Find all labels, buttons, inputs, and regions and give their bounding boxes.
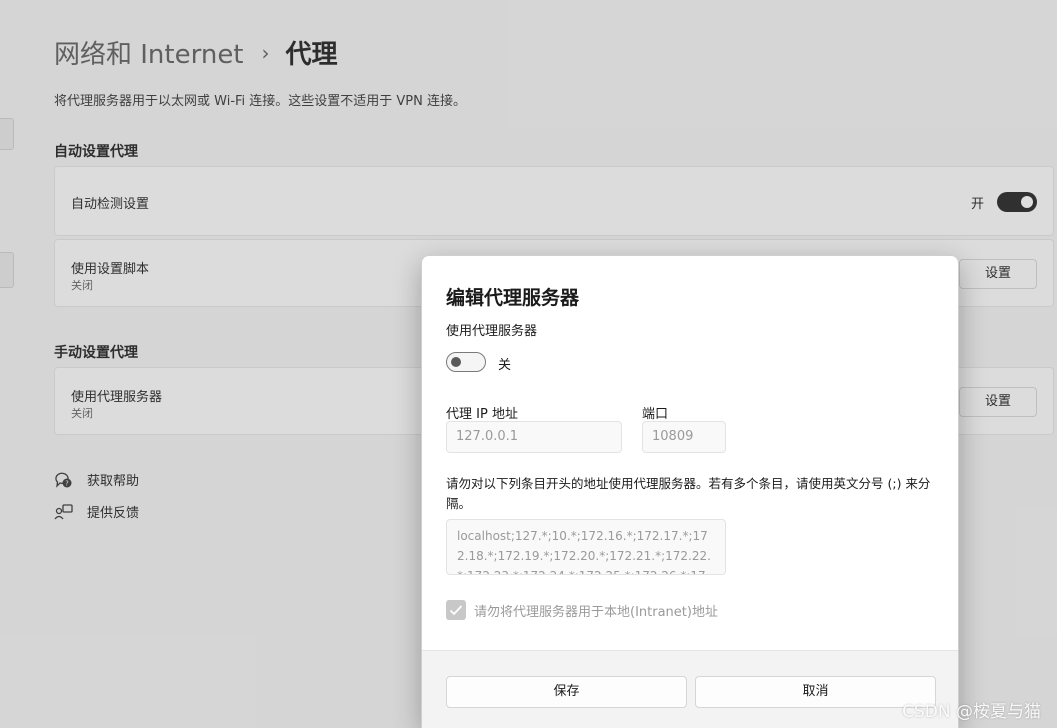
dialog-title: 编辑代理服务器 bbox=[446, 287, 580, 309]
use-proxy-label: 使用代理服务器 bbox=[446, 324, 538, 339]
checkmark-icon bbox=[449, 605, 463, 616]
port-label: 端口 bbox=[642, 407, 669, 422]
port-input[interactable]: 10809 bbox=[642, 421, 726, 453]
local-address-checkbox-label: 请勿将代理服务器用于本地(Intranet)地址 bbox=[474, 604, 718, 620]
dialog-footer: 保存 取消 bbox=[422, 650, 958, 728]
proxy-ip-input[interactable]: 127.0.0.1 bbox=[446, 421, 622, 453]
local-address-checkbox[interactable] bbox=[446, 600, 466, 620]
use-proxy-state: 关 bbox=[498, 358, 512, 373]
settings-page: 网络和 Internet › 代理 将代理服务器用于以太网或 Wi-Fi 连接。… bbox=[0, 0, 1057, 728]
local-address-checkbox-row[interactable]: 请勿将代理服务器用于本地(Intranet)地址 bbox=[446, 600, 718, 620]
save-button[interactable]: 保存 bbox=[446, 676, 687, 708]
edit-proxy-dialog: 编辑代理服务器 使用代理服务器 关 代理 IP 地址 127.0.0.1 端口 … bbox=[421, 255, 959, 728]
exceptions-note: 请勿对以下列条目开头的地址使用代理服务器。若有多个条目，请使用英文分号 (;) … bbox=[446, 476, 931, 511]
watermark: CSDN @桉夏与猫 bbox=[902, 702, 1041, 722]
use-proxy-toggle[interactable] bbox=[446, 352, 486, 372]
proxy-ip-label: 代理 IP 地址 bbox=[446, 407, 518, 422]
cancel-button[interactable]: 取消 bbox=[695, 676, 936, 708]
exceptions-textarea[interactable]: localhost;127.*;10.*;172.16.*;172.17.*;1… bbox=[446, 519, 726, 575]
